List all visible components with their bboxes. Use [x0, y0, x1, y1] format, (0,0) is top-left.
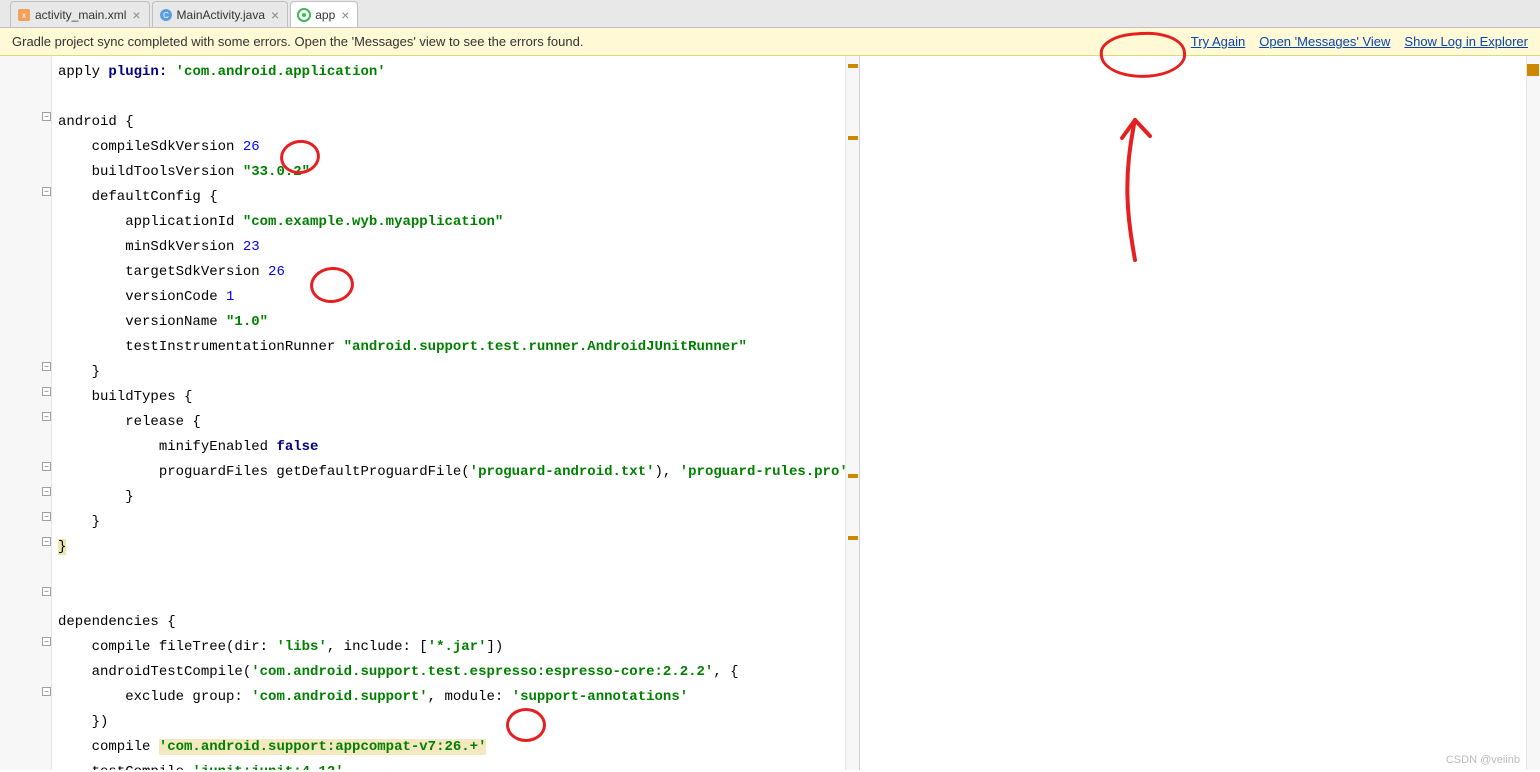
error-stripe[interactable] — [1526, 56, 1540, 770]
code-content[interactable]: apply plugin: 'com.android.application' … — [58, 60, 848, 770]
tab-label: app — [315, 8, 335, 22]
close-icon[interactable]: × — [341, 8, 349, 22]
warning-marker[interactable] — [1527, 64, 1539, 76]
warning-marker[interactable] — [848, 536, 858, 540]
warning-marker[interactable] — [848, 136, 858, 140]
secondary-pane — [860, 56, 1540, 770]
notification-actions: Try Again Open 'Messages' View Show Log … — [1191, 34, 1528, 49]
fold-marker-icon[interactable]: − — [42, 362, 51, 371]
fold-marker-icon[interactable]: − — [42, 687, 51, 696]
tab-activity-main-xml[interactable]: x activity_main.xml × — [10, 1, 150, 27]
tab-label: MainActivity.java — [177, 8, 265, 22]
fold-marker-icon[interactable]: − — [42, 512, 51, 521]
fold-marker-icon[interactable]: − — [42, 412, 51, 421]
error-stripe[interactable] — [845, 56, 859, 770]
tab-app-gradle[interactable]: app × — [290, 1, 358, 27]
tab-main-activity-java[interactable]: C MainActivity.java × — [152, 1, 289, 27]
code-editor[interactable]: − − − − − − − − − − − − apply plugin: 'c… — [0, 56, 860, 770]
svg-text:x: x — [22, 11, 26, 20]
show-log-link[interactable]: Show Log in Explorer — [1404, 34, 1528, 49]
editor-container: − − − − − − − − − − − − apply plugin: 'c… — [0, 56, 1540, 770]
try-again-link[interactable]: Try Again — [1191, 34, 1245, 49]
editor-tabs: x activity_main.xml × C MainActivity.jav… — [0, 0, 1540, 28]
close-icon[interactable]: × — [132, 8, 140, 22]
fold-marker-icon[interactable]: − — [42, 387, 51, 396]
java-file-icon: C — [159, 8, 173, 22]
close-icon[interactable]: × — [271, 8, 279, 22]
fold-marker-icon[interactable]: − — [42, 187, 51, 196]
warning-marker[interactable] — [848, 474, 858, 478]
editor-gutter: − − − − − − − − − − − − — [0, 56, 52, 770]
gradle-sync-notification: Gradle project sync completed with some … — [0, 28, 1540, 56]
fold-marker-icon[interactable]: − — [42, 112, 51, 121]
notification-message: Gradle project sync completed with some … — [12, 34, 583, 49]
tab-label: activity_main.xml — [35, 8, 126, 22]
warning-marker[interactable] — [848, 64, 858, 68]
open-messages-link[interactable]: Open 'Messages' View — [1259, 34, 1390, 49]
fold-marker-icon[interactable]: − — [42, 637, 51, 646]
fold-marker-icon[interactable]: − — [42, 487, 51, 496]
watermark: CSDN @veiinb — [1446, 754, 1520, 766]
fold-marker-icon[interactable]: − — [42, 537, 51, 546]
fold-marker-icon[interactable]: − — [42, 462, 51, 471]
fold-marker-icon[interactable]: − — [42, 587, 51, 596]
svg-text:C: C — [163, 11, 169, 20]
xml-file-icon: x — [17, 8, 31, 22]
gradle-file-icon — [297, 8, 311, 22]
